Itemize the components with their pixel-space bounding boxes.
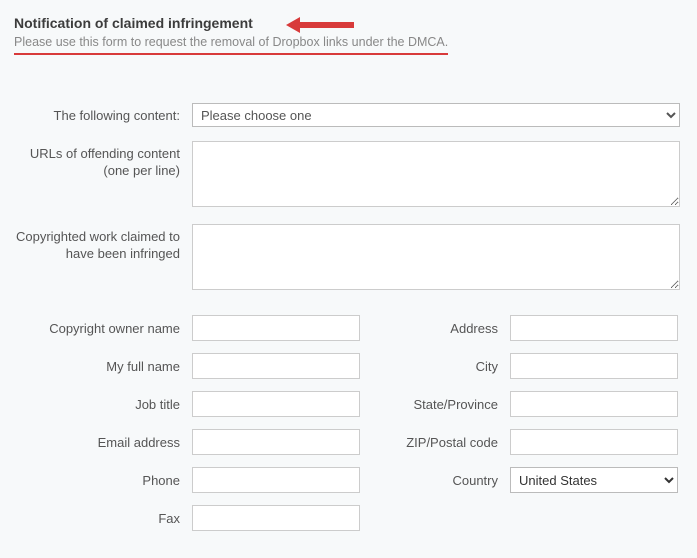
annotation-arrow-icon [284,15,356,38]
full-name-label: My full name [14,359,192,374]
address-label: Address [360,321,510,336]
owner-name-input[interactable] [192,315,360,341]
email-label: Email address [14,435,192,450]
country-label: Country [360,473,510,488]
content-type-label: The following content: [14,103,192,125]
fax-label: Fax [14,511,192,526]
owner-name-label: Copyright owner name [14,321,192,336]
address-input[interactable] [510,315,678,341]
page-subtitle: Please use this form to request the remo… [14,35,448,49]
dmca-form: The following content: Please choose one… [14,103,683,543]
city-input[interactable] [510,353,678,379]
form-header: Notification of claimed infringement Ple… [14,15,448,55]
state-label: State/Province [360,397,510,412]
content-type-select[interactable]: Please choose one [192,103,680,127]
phone-label: Phone [14,473,192,488]
job-title-input[interactable] [192,391,360,417]
phone-input[interactable] [192,467,360,493]
page-title: Notification of claimed infringement [14,15,253,31]
email-input[interactable] [192,429,360,455]
fax-input[interactable] [192,505,360,531]
offending-urls-label: URLs of offending content (one per line) [14,141,192,180]
city-label: City [360,359,510,374]
copyrighted-work-label: Copyrighted work claimed to have been in… [14,224,192,263]
state-input[interactable] [510,391,678,417]
copyrighted-work-input[interactable] [192,224,680,290]
full-name-input[interactable] [192,353,360,379]
zip-input[interactable] [510,429,678,455]
offending-urls-input[interactable] [192,141,680,207]
country-select[interactable]: United States [510,467,678,493]
job-title-label: Job title [14,397,192,412]
zip-label: ZIP/Postal code [360,435,510,450]
